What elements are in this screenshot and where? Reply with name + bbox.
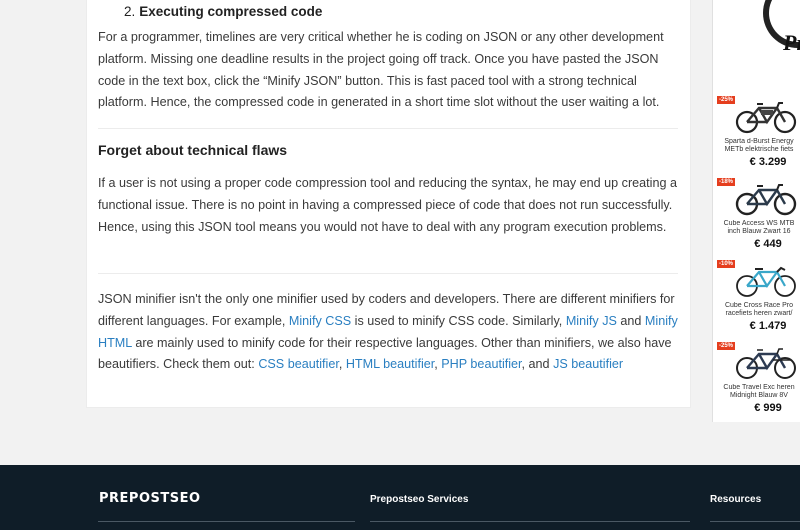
- divider: [98, 273, 678, 274]
- product-name-line: inch Blauw Zwart 16: [727, 228, 791, 236]
- bike-image: [736, 266, 796, 297]
- product-price: € 1.479: [749, 320, 787, 332]
- product-name-line: METb elektrische fiets: [724, 146, 794, 154]
- section-heading: Forget about technical flaws: [98, 142, 288, 158]
- site-footer: PREPOSTSEO Prepostseo Services Resources: [0, 465, 800, 530]
- ad-product-4[interactable]: -25% Cube Travel Exc heren Midnight Blauw…: [713, 342, 800, 422]
- link-css-beautifier[interactable]: CSS beautifier: [258, 357, 339, 371]
- footer-resources-heading: Resources: [710, 494, 762, 505]
- paragraph-minifiers: JSON minifier isn't the only one minifie…: [98, 289, 678, 376]
- product-name-line: Sparta d-Burst Energy: [724, 138, 794, 145]
- paragraph-timelines: For a programmer, timelines are very cri…: [98, 30, 664, 110]
- link-php-beautifier[interactable]: PHP beautifier: [441, 357, 521, 371]
- list-number: 2.: [124, 4, 136, 19]
- bike-image: [736, 348, 796, 379]
- divider: [98, 128, 678, 129]
- ad-logo-text: Pr: [783, 30, 800, 55]
- discount-badge: -18%: [717, 178, 736, 186]
- ad-product-2[interactable]: -18% Cube Access WS MTB inch Blauw Zwart …: [713, 178, 800, 258]
- product-name-line: Midnight Blauw 8V: [730, 392, 788, 400]
- product-name-line: Cube Travel Exc heren: [723, 384, 795, 391]
- footer-divider: [98, 521, 355, 522]
- footer-logo[interactable]: PREPOSTSEO: [99, 491, 201, 506]
- link-minify-js[interactable]: Minify JS: [566, 314, 617, 328]
- discount-badge: -25%: [717, 342, 736, 350]
- product-name-line: Cube Access WS MTB: [723, 220, 795, 227]
- product-name: Cube Cross Race Pro racefiets heren zwart…: [713, 302, 800, 319]
- product-name: Sparta d-Burst Energy METb elektrische fi…: [713, 138, 800, 155]
- paragraph-technical-flaws: If a user is not using a proper code com…: [98, 176, 677, 234]
- footer-services-heading: Prepostseo Services: [370, 494, 469, 505]
- product-price: € 3.299: [749, 156, 787, 168]
- product-price: € 449: [754, 238, 782, 250]
- bike-image: [735, 184, 797, 216]
- product-name: Cube Travel Exc heren Midnight Blauw 8V: [713, 384, 800, 401]
- ad-product-1[interactable]: -25% Sparta d-Burst Energy METb elektrisc…: [713, 96, 800, 176]
- list-item-heading: 2. Executing compressed code: [124, 4, 322, 19]
- text: ,: [338, 357, 346, 372]
- text: is used to minify CSS code. Similarly,: [351, 313, 566, 328]
- ad-product-3[interactable]: -10% Cube Cross Race Pro racefiets heren …: [713, 260, 800, 340]
- text: , and: [521, 357, 554, 372]
- link-html-beautifier[interactable]: HTML beautifier: [346, 357, 434, 371]
- product-name-line: Cube Cross Race Pro: [724, 302, 794, 309]
- product-name: Cube Access WS MTB inch Blauw Zwart 16: [713, 220, 800, 237]
- discount-badge: -25%: [717, 96, 736, 104]
- footer-divider: [710, 521, 800, 522]
- list-title: Executing compressed code: [139, 4, 323, 19]
- product-name-line: racefiets heren zwart/: [725, 310, 793, 318]
- article-card: 2. Executing compressed code For a progra…: [86, 0, 691, 408]
- text: and: [616, 313, 645, 328]
- link-js-beautifier[interactable]: JS beautifier: [553, 357, 623, 371]
- bike-image: [735, 102, 797, 134]
- link-minify-css[interactable]: Minify CSS: [289, 314, 351, 328]
- discount-badge: -10%: [717, 260, 736, 268]
- ad-banner[interactable]: Pr -25% Sparta d-Burst EnergyMETb elektr…: [712, 0, 800, 422]
- footer-divider: [370, 521, 690, 522]
- product-price: € 999: [754, 402, 782, 414]
